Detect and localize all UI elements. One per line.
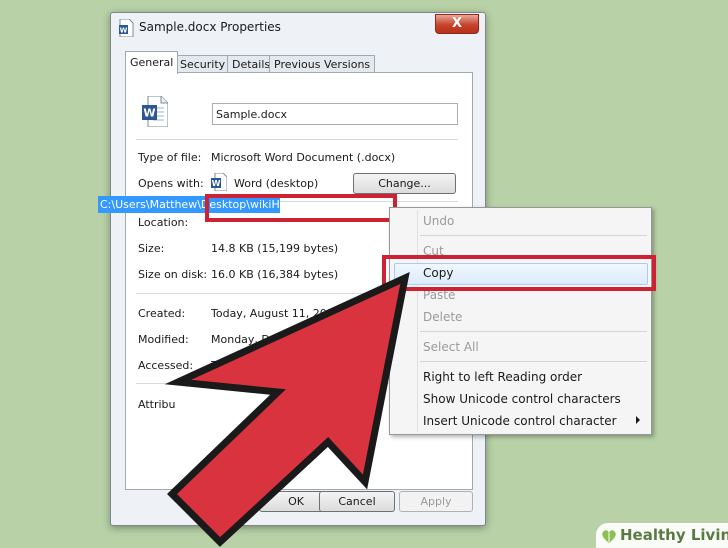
menu-item-insert-unicode[interactable]: Insert Unicode control character [423,414,617,428]
word-app-icon: W [211,173,227,191]
svg-text:W: W [212,179,221,188]
opens-with-label: Opens with: [138,177,204,190]
type-of-file-value: Microsoft Word Document (.docx) [211,151,396,164]
size-value: 14.8 KB (15,199 bytes) [211,242,339,255]
tab-previous-versions[interactable]: Previous Versions [269,55,376,73]
close-button[interactable]: X [435,14,479,34]
watermark-text: Healthy Living [620,526,728,544]
created-value: Today, August 11, 2016, 1 minu [211,307,371,320]
menu-item-undo[interactable]: Undo [423,214,454,228]
word-document-icon: W [119,19,134,37]
size-label: Size: [138,242,165,255]
cancel-button[interactable]: Cancel [319,491,395,512]
accessed-label: Accessed: [138,359,194,372]
created-label: Created: [138,307,186,320]
menu-item-paste[interactable]: Paste [423,288,455,302]
context-menu: Undo Cut Copy Paste Delete Select All Ri… [389,207,652,435]
window-title: Sample.docx Properties [139,20,281,34]
svg-text:W: W [120,27,128,35]
size-on-disk-value: 16.0 KB (16,384 bytes) [211,268,339,281]
word-file-icon: W [142,96,168,127]
menu-item-rtl-reading-order[interactable]: Right to left Reading order [423,370,582,384]
location-value[interactable]: C:\Users\Matthew\Desktop\wikiHow [98,196,280,213]
menu-item-show-unicode[interactable]: Show Unicode control characters [423,392,621,406]
menu-item-delete[interactable]: Delete [423,310,462,324]
accessed-value: Today [211,359,243,372]
type-of-file-label: Type of file: [138,151,202,164]
apply-button[interactable]: Apply [399,491,473,512]
tab-security[interactable]: Security [175,55,231,73]
menu-item-select-all[interactable]: Select All [423,340,479,354]
modified-label: Modified: [138,333,189,346]
menu-separator [420,235,647,236]
menu-separator [420,361,647,362]
change-button[interactable]: Change... [353,173,456,194]
tab-details[interactable]: Details [227,55,276,73]
location-label: Location: [138,216,189,229]
filename-input[interactable] [212,103,458,125]
watermark-badge: Healthy Living [596,523,728,548]
submenu-arrow-icon [636,416,640,424]
attributes-label: Attribu [138,398,176,411]
modified-value: Monday, December [211,333,319,346]
menu-item-cut[interactable]: Cut [423,244,444,258]
title-bar[interactable]: W Sample.docx Properties X [111,13,485,43]
menu-item-copy[interactable]: Copy [423,266,453,280]
opens-with-value: Word (desktop) [234,177,319,190]
size-on-disk-label: Size on disk: [138,268,208,281]
healthy-living-logo-icon [602,530,616,543]
menu-separator [420,331,647,332]
svg-text:W: W [143,107,155,120]
menu-gutter [417,210,418,432]
separator [136,139,458,140]
tab-general[interactable]: General [125,51,179,74]
